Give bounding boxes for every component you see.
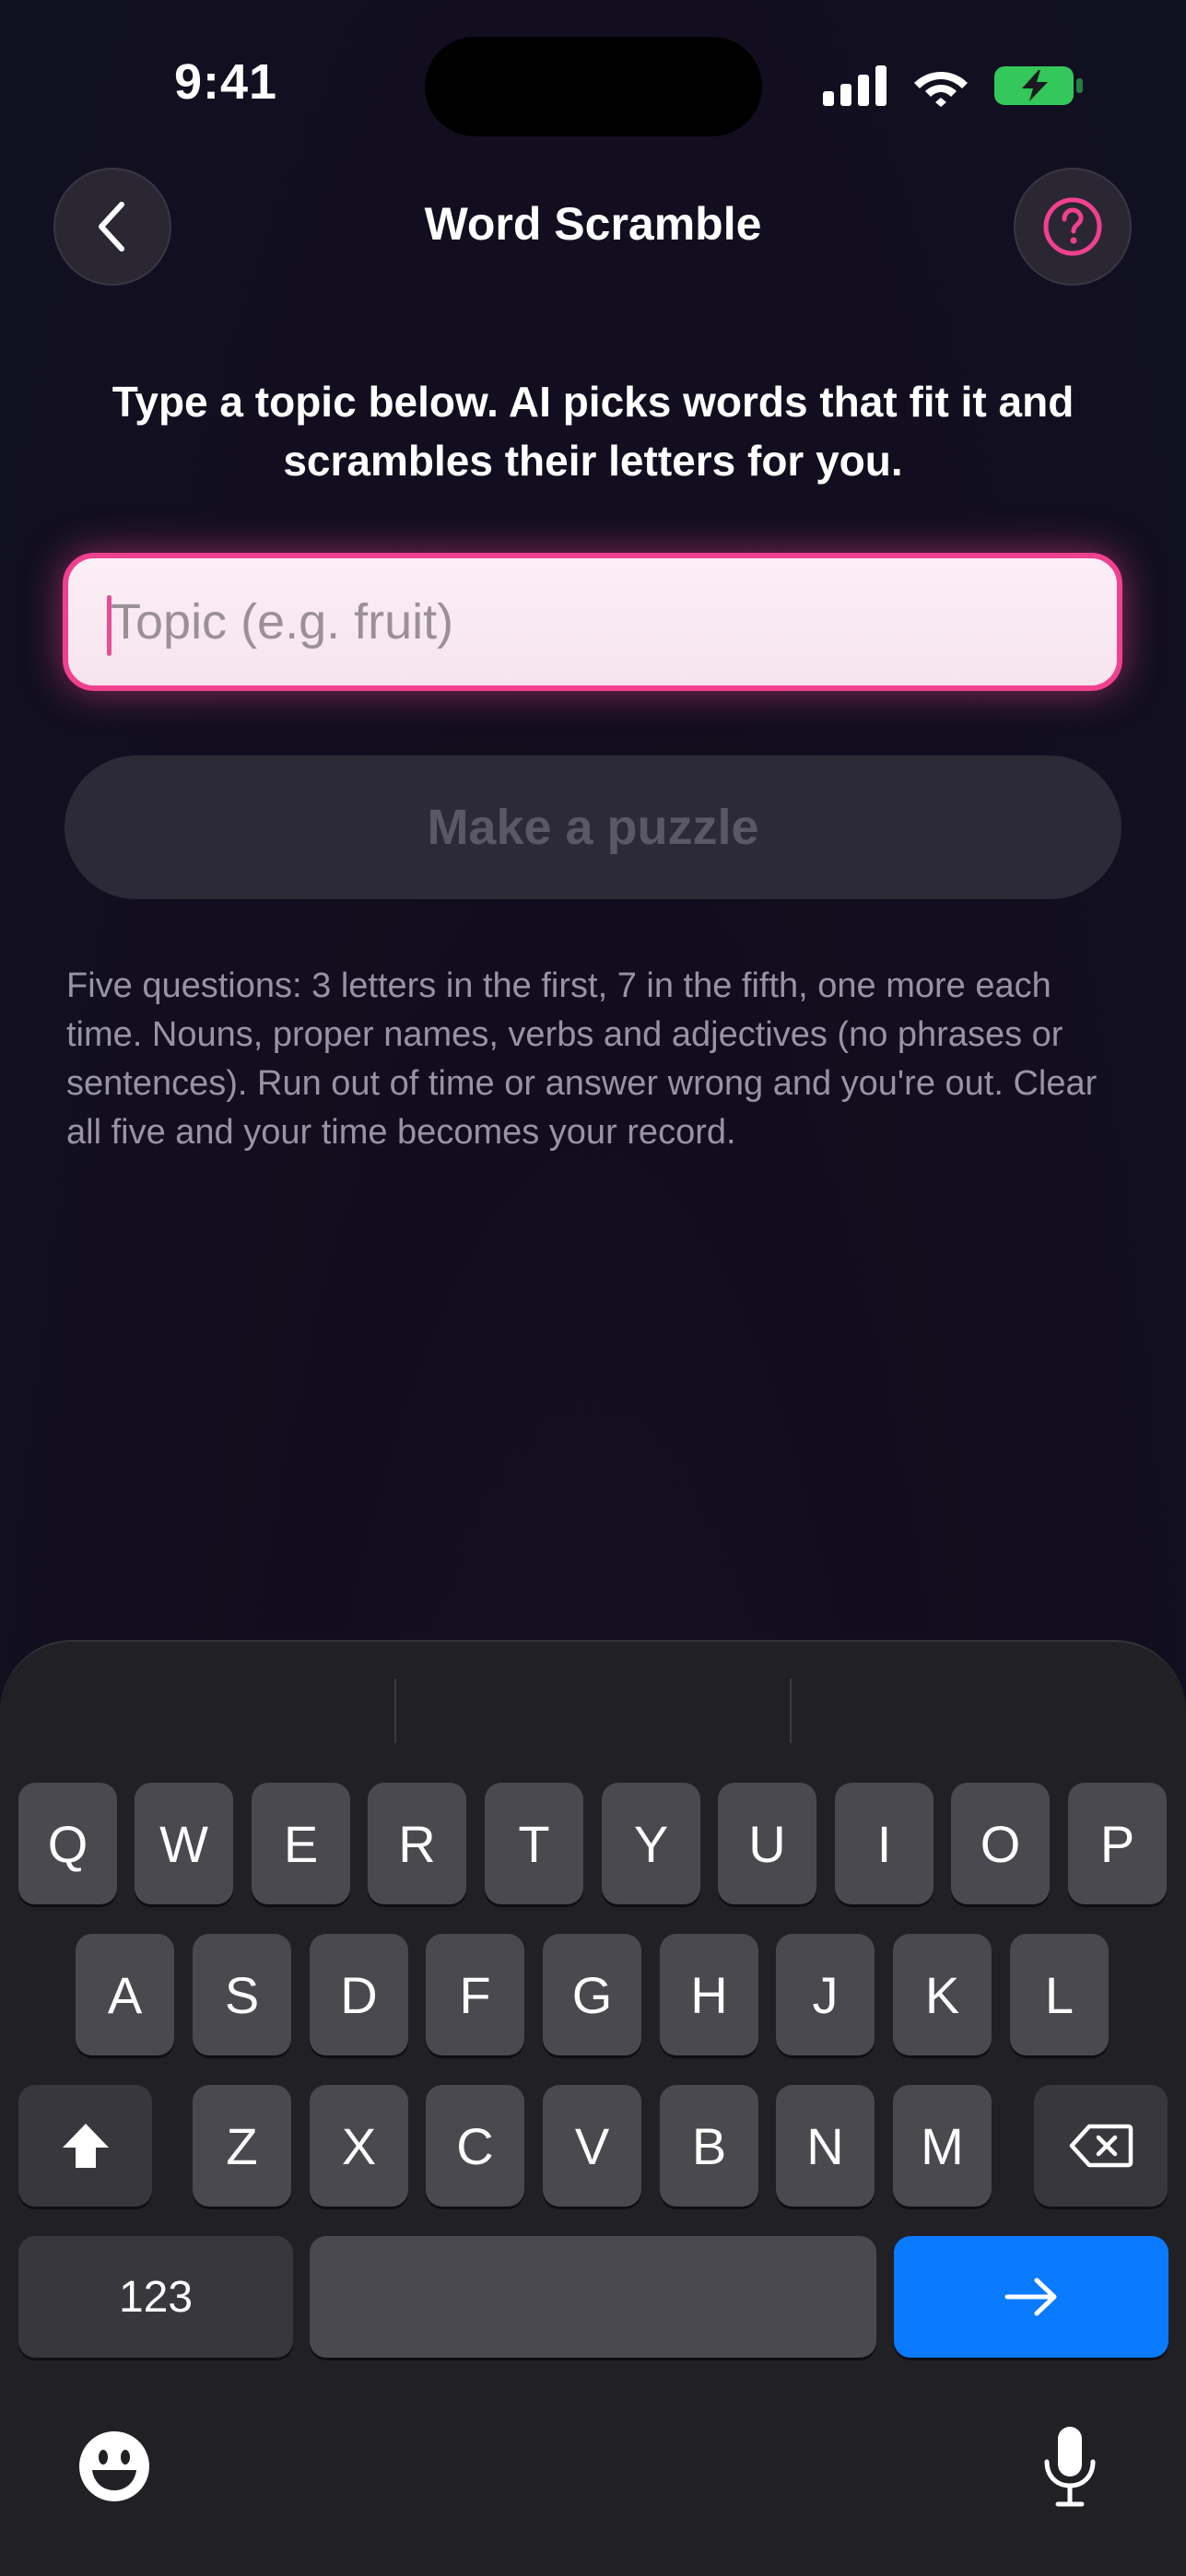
go-key[interactable] — [894, 2236, 1168, 2358]
suggestion-divider — [790, 1679, 792, 1743]
wifi-icon — [914, 72, 968, 107]
make-puzzle-button[interactable]: Make a puzzle — [65, 755, 1121, 899]
key-a[interactable]: A — [76, 1934, 174, 2055]
key-t[interactable]: T — [485, 1783, 583, 1904]
dynamic-island — [425, 37, 762, 136]
help-button[interactable] — [1014, 168, 1132, 286]
text-caret — [107, 595, 112, 656]
suggestion-divider — [394, 1679, 396, 1743]
screen: 9:41 Word Scramble Type a topic below. A… — [0, 0, 1186, 2576]
status-icons — [823, 64, 1083, 107]
arrow-right-icon — [1004, 2277, 1057, 2316]
key-r[interactable]: R — [368, 1783, 466, 1904]
key-v[interactable]: V — [543, 2085, 641, 2207]
key-c[interactable]: C — [426, 2085, 524, 2207]
key-z[interactable]: Z — [193, 2085, 291, 2207]
rules-text: Five questions: 3 letters in the first, … — [66, 966, 1098, 1152]
topic-input[interactable] — [68, 558, 1117, 685]
chevron-left-icon — [99, 202, 124, 252]
cellular-signal-icon — [823, 65, 887, 106]
topic-input-container[interactable] — [63, 553, 1122, 691]
key-i[interactable]: I — [835, 1783, 934, 1904]
emoji-icon[interactable] — [77, 2430, 151, 2503]
microphone-icon[interactable] — [1039, 2425, 1100, 2508]
shift-icon — [62, 2124, 109, 2168]
key-n[interactable]: N — [776, 2085, 875, 2207]
key-u[interactable]: U — [718, 1783, 816, 1904]
key-l[interactable]: L — [1010, 1934, 1109, 2055]
key-d[interactable]: D — [310, 1934, 408, 2055]
key-s[interactable]: S — [193, 1934, 291, 2055]
backspace-icon — [1069, 2124, 1133, 2168]
key-o[interactable]: O — [951, 1783, 1050, 1904]
question-circle-icon — [1043, 197, 1102, 256]
key-q[interactable]: Q — [18, 1783, 117, 1904]
intro-text: Type a topic below. AI picks words that … — [112, 378, 1074, 485]
delete-key[interactable] — [1034, 2085, 1168, 2207]
key-w[interactable]: W — [135, 1783, 233, 1904]
key-p[interactable]: P — [1068, 1783, 1167, 1904]
page-title: Word Scramble — [424, 198, 762, 250]
back-button[interactable] — [53, 168, 171, 286]
numbers-key[interactable]: 123 — [18, 2236, 293, 2358]
key-f[interactable]: F — [426, 1934, 524, 2055]
key-k[interactable]: K — [893, 1934, 992, 2055]
battery-charging-icon — [994, 66, 1083, 105]
key-m[interactable]: M — [893, 2085, 992, 2207]
shift-key[interactable] — [18, 2085, 152, 2207]
key-b[interactable]: B — [660, 2085, 758, 2207]
space-bar[interactable] — [310, 2236, 876, 2358]
key-e[interactable]: E — [252, 1783, 350, 1904]
key-y[interactable]: Y — [602, 1783, 700, 1904]
key-j[interactable]: J — [776, 1934, 875, 2055]
key-x[interactable]: X — [310, 2085, 408, 2207]
key-h[interactable]: H — [660, 1934, 758, 2055]
key-g[interactable]: G — [543, 1934, 641, 2055]
keyboard: Q W E R T Y U I O P A S D F G H J K L Z … — [0, 1640, 1186, 2576]
status-time: 9:41 — [173, 54, 278, 110]
